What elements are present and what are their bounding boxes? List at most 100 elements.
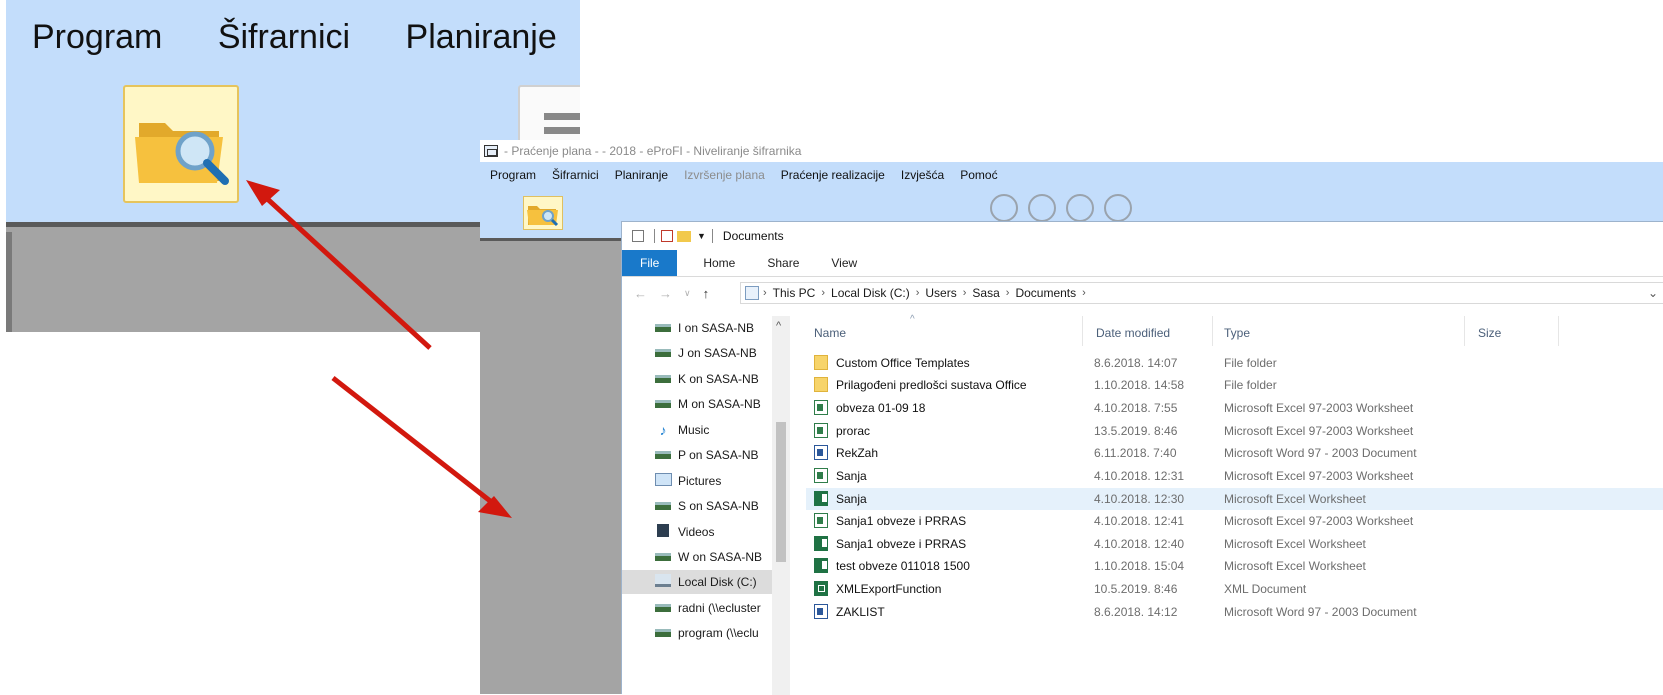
breadcrumb-users[interactable]: Users xyxy=(925,286,956,300)
file-row[interactable]: obveza 01-09 18 4.10.2018. 7:55 Microsoft … xyxy=(810,397,1663,419)
word-icon xyxy=(814,445,828,460)
column-header-size[interactable]: Size xyxy=(1478,326,1501,340)
chevron-down-icon[interactable]: ▼ xyxy=(697,231,706,241)
file-row[interactable]: XMLExportFunction 10.5.2019. 8:46 XML Docu… xyxy=(810,578,1663,600)
breadcrumb-sasa[interactable]: Sasa xyxy=(972,286,999,300)
nav-item-label: K on SASA-NB xyxy=(678,372,759,386)
column-header-type[interactable]: Type xyxy=(1224,326,1250,340)
file-name: obveza 01-09 18 xyxy=(836,401,926,415)
address-bar-row: ← → ∨ ↑ › This PC › Local Disk (C:) › Us… xyxy=(622,277,1663,309)
nav-item[interactable]: Pictures xyxy=(622,469,772,493)
file-row[interactable]: Custom Office Templates 8.6.2018. 14:07 Fi… xyxy=(810,352,1663,374)
menu-pomoc[interactable]: Pomoć xyxy=(960,168,997,182)
network-drive-icon xyxy=(654,550,672,564)
file-date: 4.10.2018. 12:30 xyxy=(1094,492,1185,506)
zoom-menu-planiranje[interactable]: Planiranje xyxy=(406,18,557,56)
tab-view[interactable]: View xyxy=(831,256,857,270)
local-disk-icon xyxy=(654,574,672,590)
menu-planiranje[interactable]: Planiranje xyxy=(615,168,668,182)
tab-home[interactable]: Home xyxy=(703,256,735,270)
menu-izvrsenje-plana: Izvršenje plana xyxy=(684,168,765,182)
file-row[interactable]: ZAKLIST 8.6.2018. 14:12 Microsoft Word 97 … xyxy=(810,601,1663,623)
nav-item-label: W on SASA-NB xyxy=(678,550,763,564)
nav-item[interactable]: S on SASA-NB xyxy=(622,494,772,518)
file-row-selected[interactable]: Sanja 4.10.2018. 12:30 Microsoft Excel Wor… xyxy=(806,488,1663,510)
nav-item-selected[interactable]: Local Disk (C:) xyxy=(622,570,772,594)
breadcrumb-documents[interactable]: Documents xyxy=(1015,286,1076,300)
file-type: Microsoft Excel 97-2003 Worksheet xyxy=(1224,514,1414,528)
file-date: 4.10.2018. 12:31 xyxy=(1094,469,1185,483)
nav-item[interactable]: ♪ Music xyxy=(622,418,772,442)
file-type: Microsoft Excel 97-2003 Worksheet xyxy=(1224,424,1414,438)
nav-item[interactable]: I on SASA-NB xyxy=(622,316,772,340)
up-arrow-icon[interactable]: ↑ xyxy=(703,286,710,301)
new-folder-icon[interactable] xyxy=(677,230,691,242)
explorer-title: Documents xyxy=(722,229,784,243)
file-row[interactable]: Sanja 4.10.2018. 12:31 Microsoft Excel 97-… xyxy=(810,465,1663,487)
excel-97-icon xyxy=(814,513,828,528)
breadcrumb-local-disk[interactable]: Local Disk (C:) xyxy=(831,286,910,300)
file-explorer-window: ▼ Documents File Home Share View ← → ∨ ↑… xyxy=(621,221,1663,695)
scrollbar-thumb[interactable] xyxy=(776,422,786,562)
toolbar-nav-next-icon[interactable] xyxy=(1066,194,1094,222)
file-row[interactable]: Prilagođeni predlošci sustava Office 1.10… xyxy=(810,374,1663,396)
file-row[interactable]: test obveze 011018 1500 1.10.2018. 15:04 M… xyxy=(810,555,1663,577)
folder-search-icon xyxy=(527,206,559,227)
nav-scrollbar[interactable]: ^ xyxy=(772,316,790,695)
pictures-icon xyxy=(654,473,672,489)
excel-97-icon xyxy=(814,468,828,483)
toolbar-nav-prev-icon[interactable] xyxy=(1028,194,1056,222)
folder-icon xyxy=(814,377,828,392)
file-date: 1.10.2018. 15:04 xyxy=(1094,559,1185,573)
menu-program[interactable]: Program xyxy=(490,168,536,182)
toolbar-nav-first-icon[interactable] xyxy=(990,194,1018,222)
tab-file[interactable]: File xyxy=(622,250,678,276)
forward-arrow-icon[interactable]: → xyxy=(659,286,672,301)
file-type: Microsoft Excel Worksheet xyxy=(1224,537,1366,551)
recent-chevron-icon[interactable]: ∨ xyxy=(684,288,691,299)
file-row[interactable]: RekZah 6.11.2018. 7:40 Microsoft Word 97 -… xyxy=(810,442,1663,464)
tab-share[interactable]: Share xyxy=(767,256,799,270)
nav-item[interactable]: Videos xyxy=(622,520,772,544)
menu-sifrarnici[interactable]: Šifrarnici xyxy=(552,168,599,182)
menu-pracenje-realizacije[interactable]: Praćenje realizacije xyxy=(781,168,885,182)
toolbar-nav-last-icon[interactable] xyxy=(1104,194,1132,222)
zoom-menu-program[interactable]: Program xyxy=(32,18,162,56)
nav-item-label: Videos xyxy=(678,525,715,539)
file-list: ^ Name Date modified Type Size Custom Of… xyxy=(792,314,1663,695)
file-row[interactable]: Sanja1 obveze i PRRAS 4.10.2018. 12:40 Mic… xyxy=(810,533,1663,555)
column-header-date[interactable]: Date modified xyxy=(1096,326,1170,340)
explorer-ribbon: File Home Share View xyxy=(622,250,1663,277)
address-dropdown-icon[interactable]: ⌄ xyxy=(1648,286,1658,300)
nav-item-label: Pictures xyxy=(678,474,722,488)
file-row[interactable]: Sanja1 obveze i PRRAS 4.10.2018. 12:41 Mic… xyxy=(810,510,1663,532)
zoomed-open-folder-button[interactable] xyxy=(123,85,239,203)
back-arrow-icon[interactable]: ← xyxy=(634,286,647,301)
zoom-menu-sifrarnici[interactable]: Šifrarnici xyxy=(218,18,350,56)
nav-item[interactable]: radni (\\ecluster xyxy=(622,596,772,620)
breadcrumb-this-pc[interactable]: This PC xyxy=(773,286,816,300)
file-type: File folder xyxy=(1224,378,1277,392)
network-drive-icon xyxy=(654,499,672,513)
nav-item[interactable]: K on SASA-NB xyxy=(622,367,772,391)
open-folder-button[interactable] xyxy=(523,196,563,230)
nav-item[interactable]: J on SASA-NB xyxy=(622,341,772,365)
excel-97-icon xyxy=(814,400,828,415)
nav-item[interactable]: W on SASA-NB xyxy=(622,545,772,569)
properties-icon[interactable] xyxy=(632,230,644,242)
sort-up-icon: ^ xyxy=(910,314,915,325)
nav-item[interactable]: program (\\eclu xyxy=(622,621,772,645)
checkbox-icon[interactable] xyxy=(661,230,673,242)
address-bar[interactable]: › This PC › Local Disk (C:) › Users › Sa… xyxy=(740,282,1663,304)
column-header-row: ^ Name Date modified Type Size xyxy=(792,314,1663,346)
nav-item[interactable]: M on SASA-NB xyxy=(622,392,772,416)
scroll-up-icon[interactable]: ^ xyxy=(776,320,781,332)
column-header-name[interactable]: Name xyxy=(814,326,846,340)
nav-item-label: Local Disk (C:) xyxy=(678,575,757,589)
menu-izvjesca[interactable]: Izvješća xyxy=(901,168,944,182)
file-date: 6.11.2018. 7:40 xyxy=(1094,446,1177,460)
zoomed-menubar: Program Šifrarnici Planiranje xyxy=(32,18,580,57)
nav-item[interactable]: P on SASA-NB xyxy=(622,443,772,467)
file-date: 4.10.2018. 12:41 xyxy=(1094,514,1185,528)
file-row[interactable]: prorac 13.5.2019. 8:46 Microsoft Excel 97-… xyxy=(810,420,1663,442)
